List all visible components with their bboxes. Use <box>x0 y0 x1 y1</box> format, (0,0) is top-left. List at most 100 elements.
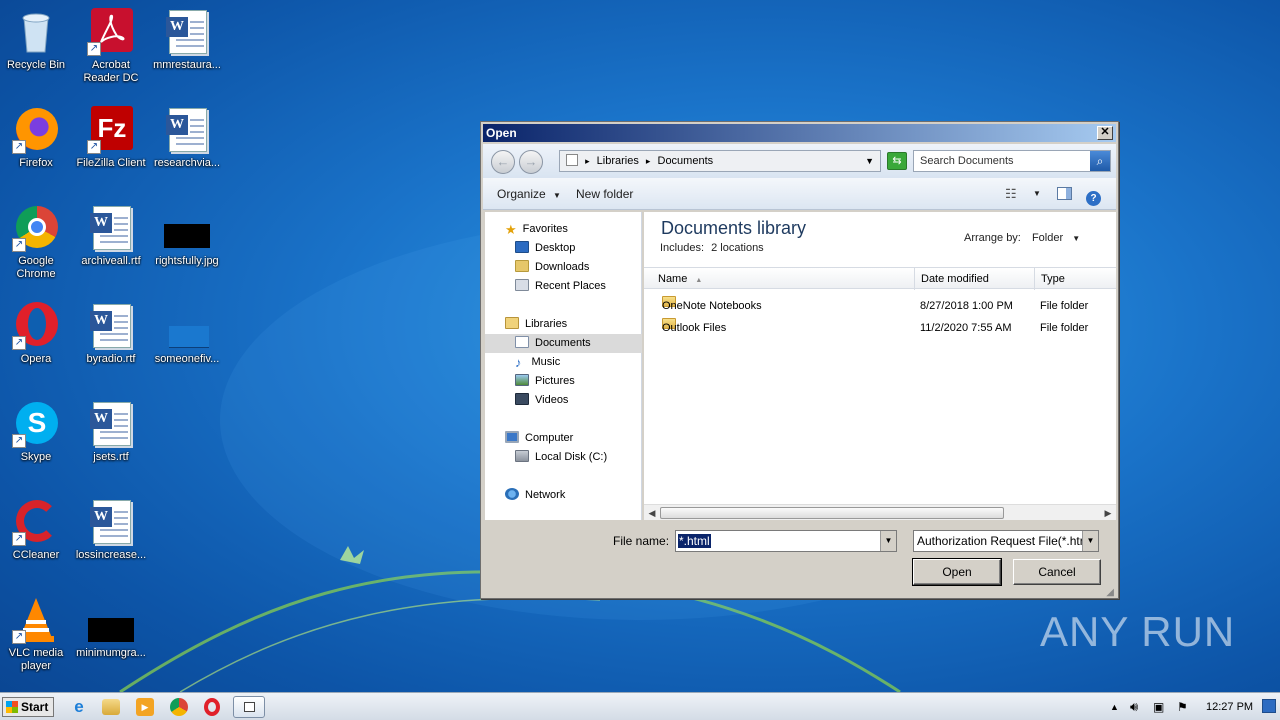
search-input[interactable]: Search Documents ⌕ <box>913 150 1111 172</box>
open-dialog-task[interactable] <box>233 696 265 718</box>
file-type-select[interactable]: Authorization Request File(*.htr ▼ <box>913 530 1099 552</box>
nav-local-disk[interactable]: Local Disk (C:) <box>515 448 607 467</box>
clock[interactable]: 12:27 PM <box>1206 693 1253 720</box>
icon-label: byradio.rtf <box>86 353 136 365</box>
breadcrumb-separator[interactable]: ▸ <box>585 156 590 166</box>
desktop-icon-lossincrease[interactable]: W lossincrease... <box>73 492 149 562</box>
chevron-down-icon[interactable]: ▼ <box>1033 178 1041 210</box>
nav-pictures[interactable]: Pictures <box>515 372 575 391</box>
desktop-icon-chrome[interactable]: ↗ Google Chrome <box>0 198 74 281</box>
icon-label: Opera <box>20 353 52 365</box>
resize-grip-icon[interactable]: ◢ <box>1106 587 1114 598</box>
vlc-icon: ↗ <box>12 596 60 644</box>
file-name-text: OneNote Notebooks <box>662 300 762 312</box>
desktop-icon-recycle-bin[interactable]: Recycle Bin <box>0 2 74 72</box>
forward-button[interactable]: → <box>519 150 543 174</box>
column-name[interactable]: Name ▲ <box>644 268 915 290</box>
desktop-icon-firefox[interactable]: ↗ Firefox <box>0 100 74 170</box>
search-icon[interactable]: ⌕ <box>1090 151 1110 171</box>
desktop-icon-opera[interactable]: ↗ Opera <box>0 296 74 366</box>
desktop-icon-researchvia[interactable]: W researchvia... <box>149 100 225 170</box>
folder-icon <box>566 154 578 166</box>
view-options-icon[interactable]: ☷ <box>1005 178 1017 210</box>
column-type[interactable]: Type <box>1035 268 1116 290</box>
nav-downloads[interactable]: Downloads <box>515 258 589 277</box>
chevron-down-icon[interactable]: ▼ <box>1082 531 1098 551</box>
refresh-icon[interactable]: ⇆ <box>887 152 907 170</box>
explorer-icon[interactable] <box>102 699 120 715</box>
desktop-icon-someonefiv[interactable]: someonefiv... <box>149 296 225 366</box>
breadcrumb-documents[interactable]: Documents <box>658 155 714 167</box>
media-player-icon[interactable]: ▶ <box>136 698 154 716</box>
desktop-icon-filezilla[interactable]: Fz ↗ FileZilla Client <box>73 100 149 170</box>
close-button[interactable]: ✕ <box>1097 126 1113 140</box>
file-name-label: File name: <box>613 534 670 548</box>
nav-libraries[interactable]: Libraries <box>505 315 567 334</box>
window-icon <box>244 702 255 712</box>
column-label: Name <box>658 273 688 285</box>
nav-computer[interactable]: Computer <box>505 429 573 448</box>
desktop-icon-mmrestaura[interactable]: W mmrestaura... <box>149 2 225 72</box>
icon-label: VLC media player <box>8 647 64 672</box>
chrome-taskbar-icon[interactable] <box>170 698 188 716</box>
scroll-right-icon[interactable]: ▶ <box>1100 505 1116 521</box>
new-folder-button[interactable]: New folder <box>576 178 633 210</box>
open-dialog: Open ✕ ← → ▸ Libraries ▸ Documents ▼ ⇆ S… <box>480 121 1119 599</box>
nav-videos[interactable]: Videos <box>515 391 568 410</box>
table-row[interactable]: Outlook Files 11/2/2020 7:55 AM File fol… <box>644 318 1116 338</box>
opera-taskbar-icon[interactable] <box>204 698 220 716</box>
anyrun-watermark: ANY RUN <box>1040 608 1236 655</box>
icon-label: Firefox <box>19 157 53 169</box>
shortcut-arrow-icon: ↗ <box>12 630 26 644</box>
show-hidden-icons[interactable]: ▲ <box>1110 693 1119 720</box>
nav-label: Desktop <box>535 242 576 254</box>
address-bar[interactable]: ▸ Libraries ▸ Documents ▼ <box>559 150 881 172</box>
nav-desktop[interactable]: Desktop <box>515 239 575 258</box>
preview-pane-icon[interactable] <box>1057 178 1072 210</box>
column-date-modified[interactable]: Date modified <box>915 268 1035 290</box>
file-type: File folder <box>1040 300 1089 312</box>
cancel-button[interactable]: Cancel <box>1013 559 1101 585</box>
nav-recent-places[interactable]: Recent Places <box>515 277 606 296</box>
show-desktop-button[interactable] <box>1262 699 1276 713</box>
nav-network[interactable]: Network <box>505 486 565 505</box>
nav-music[interactable]: ♪ Music <box>515 353 560 372</box>
help-icon[interactable]: ? <box>1086 178 1101 210</box>
desktop-icon-rightsfully[interactable]: rightsfully.jpg <box>149 198 225 268</box>
desktop-icon-vlc[interactable]: ↗ VLC media player <box>0 590 74 673</box>
desktop-icon-byradio[interactable]: W byradio.rtf <box>73 296 149 366</box>
desktop-icon-ccleaner[interactable]: ↗ CCleaner <box>0 492 74 562</box>
organize-button[interactable]: Organize ▼ <box>497 178 561 212</box>
dialog-titlebar[interactable]: Open ✕ <box>483 124 1116 142</box>
chevron-down-icon[interactable]: ▼ <box>865 151 874 171</box>
table-row[interactable]: OneNote Notebooks 8/27/2018 1:00 PM File… <box>644 296 1116 316</box>
action-center-flag-icon[interactable]: ⚑ <box>1177 693 1188 720</box>
back-button[interactable]: ← <box>491 150 515 174</box>
skype-icon: S ↗ <box>12 400 60 448</box>
breadcrumb-libraries[interactable]: Libraries <box>597 155 639 167</box>
internet-explorer-icon[interactable]: e <box>68 697 90 717</box>
icon-label: someonefiv... <box>154 353 220 365</box>
nav-documents[interactable]: Documents <box>515 334 591 353</box>
file-name-field[interactable]: *.html ▼ <box>675 530 897 552</box>
arrange-value: Folder <box>1031 232 1064 244</box>
scroll-thumb[interactable] <box>660 507 1004 519</box>
arrange-dropdown[interactable]: Folder ▼ <box>1032 232 1080 244</box>
file-type: File folder <box>1040 322 1089 334</box>
desktop-icon-skype[interactable]: S ↗ Skype <box>0 394 74 464</box>
chevron-down-icon[interactable]: ▼ <box>880 531 896 551</box>
nav-favorites[interactable]: ★ Favorites <box>505 220 568 239</box>
horizontal-scrollbar[interactable]: ◀ ▶ <box>644 504 1116 520</box>
scroll-left-icon[interactable]: ◀ <box>644 505 660 521</box>
desktop-icon-archiveall[interactable]: W archiveall.rtf <box>73 198 149 268</box>
desktop-icon-minimumgra[interactable]: minimumgra... <box>73 590 149 660</box>
start-button[interactable]: Start <box>2 697 54 717</box>
desktop-icon-jsets[interactable]: W jsets.rtf <box>73 394 149 464</box>
icon-label: archiveall.rtf <box>81 255 141 267</box>
volume-icon[interactable]: 🔊︎ <box>1130 693 1138 720</box>
open-button[interactable]: Open <box>912 558 1002 586</box>
breadcrumb-separator[interactable]: ▸ <box>646 156 651 166</box>
includes-locations-link[interactable]: 2 locations <box>711 242 764 254</box>
desktop-icon-acrobat[interactable]: ↗ Acrobat Reader DC <box>73 2 149 85</box>
network-tray-icon[interactable]: ▣ <box>1153 693 1164 720</box>
